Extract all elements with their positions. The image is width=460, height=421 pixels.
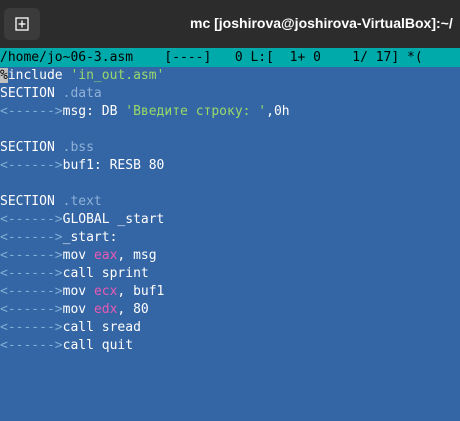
code-line-12: <------>call sprint [0,266,149,281]
code-line-13: <------>mov ecx, buf1 [0,284,165,299]
code-line-15: <------>call sread [0,320,141,335]
code-editor[interactable]: %include 'in_out.asm' SECTION .data <---… [0,67,460,421]
code-line-8: SECTION .text [0,194,102,209]
code-line-10: <------>_start: [0,230,118,245]
line-label: L:[ [250,50,274,65]
code-line-9: <------>GLOBAL _start [0,212,165,227]
file-path: /home/jo~06-3.asm [0,50,134,65]
window-titlebar: mc [joshirova@joshirova-VirtualBox]:~/ [0,0,460,48]
new-tab-button[interactable] [4,8,40,40]
line-position: 1+ 0 [289,50,321,65]
modified-flags: [----] [164,50,212,65]
code-line-16: <------>call quit [0,338,134,353]
editor-status-bar: /home/jo~06-3.asm [----] 0 L:[ 1+ 0 1/ 1… [0,48,460,67]
window-title: mc [joshirova@joshirova-VirtualBox]:~/ [190,15,453,31]
code-line-1: %include 'in_out.asm' [0,68,165,83]
code-line-14: <------>mov edx, 80 [0,302,149,317]
code-line-6: <------>buf1: RESB 80 [0,158,165,173]
line-count: 1/ 17] [352,50,400,65]
status-tail: *( [407,50,423,65]
code-line-3: <------>msg: DB 'Введите строку: ',0h [0,104,290,119]
code-line-5: SECTION .bss [0,140,94,155]
new-tab-icon [15,17,29,31]
text-cursor: % [0,68,8,83]
code-line-11: <------>mov eax, msg [0,248,157,263]
column-number: 0 [234,50,243,65]
code-line-2: SECTION .data [0,86,102,101]
